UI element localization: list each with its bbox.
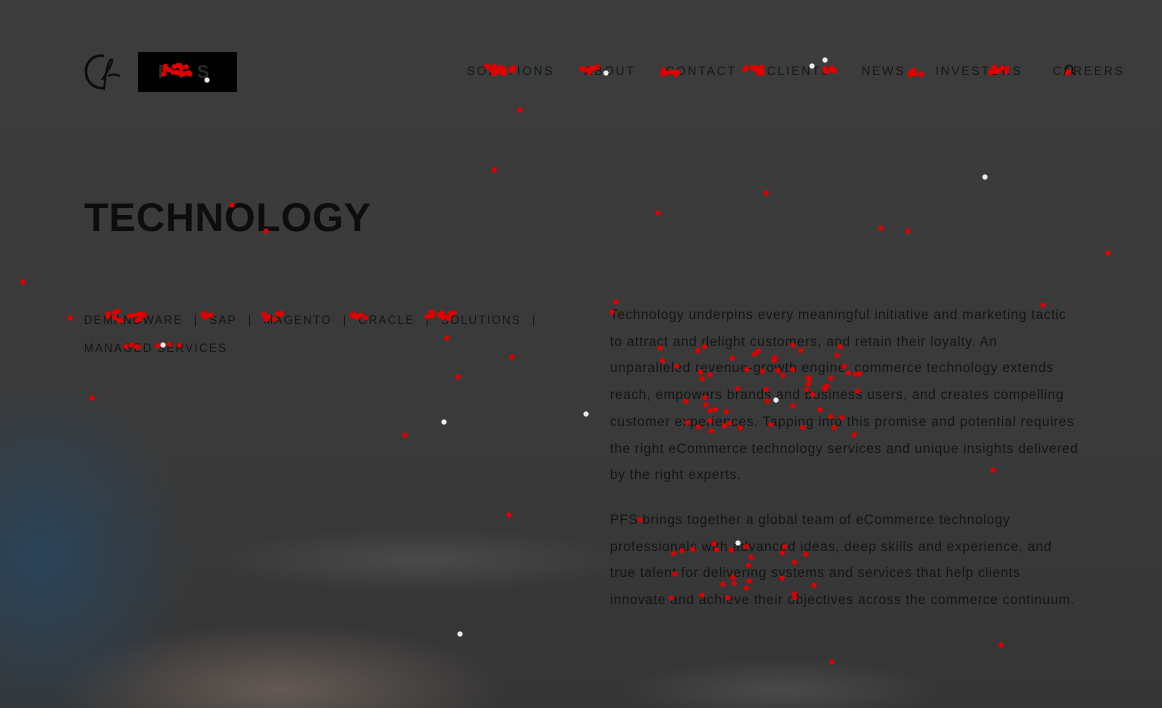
- nav-contact[interactable]: CONTACT: [666, 63, 737, 79]
- search-icon[interactable]: [1064, 64, 1076, 76]
- page-title: TECHNOLOGY: [84, 196, 372, 240]
- subnav-managed-services[interactable]: MANAGED SERVICES: [84, 343, 227, 355]
- subnav-oracle[interactable]: ORACLE: [358, 315, 414, 327]
- description-paragraph: PFS brings together a global team of eCo…: [610, 511, 1075, 608]
- main-nav: SOLUTIONS ABOUT CONTACT CLIENTS NEWS INV…: [467, 63, 1155, 79]
- logo-wordmark: PFS: [138, 52, 237, 92]
- logo-mark-icon: [84, 54, 121, 91]
- subnav-separator: |: [342, 315, 348, 327]
- nav-about[interactable]: ABOUT: [584, 63, 635, 79]
- subnav-separator: |: [425, 315, 431, 327]
- technology-subnav: DEMANDWARE | SAP | MAGENTO | ORACLE | SOLUTIONS |…: [84, 307, 535, 363]
- nav-solutions[interactable]: SOLUTIONS: [467, 63, 554, 79]
- description-paragraph: Technology underpins every meaningful in…: [610, 307, 1079, 483]
- subnav-separator: |: [532, 315, 537, 327]
- nav-news[interactable]: NEWS: [862, 63, 906, 79]
- subnav-separator: |: [193, 315, 199, 327]
- subnav-magento[interactable]: MAGENTO: [263, 315, 331, 327]
- subnav-sap[interactable]: SAP: [209, 315, 237, 327]
- nav-investors[interactable]: INVESTORS: [936, 63, 1023, 79]
- subnav-separator: |: [247, 315, 253, 327]
- nav-clients[interactable]: CLIENTS: [767, 63, 832, 79]
- subnav-solutions[interactable]: SOLUTIONS: [441, 315, 521, 327]
- subnav-demandware[interactable]: DEMANDWARE: [84, 315, 183, 327]
- technology-description: Technology underpins every meaningful in…: [610, 302, 1080, 632]
- site-logo[interactable]: PFS: [82, 50, 237, 94]
